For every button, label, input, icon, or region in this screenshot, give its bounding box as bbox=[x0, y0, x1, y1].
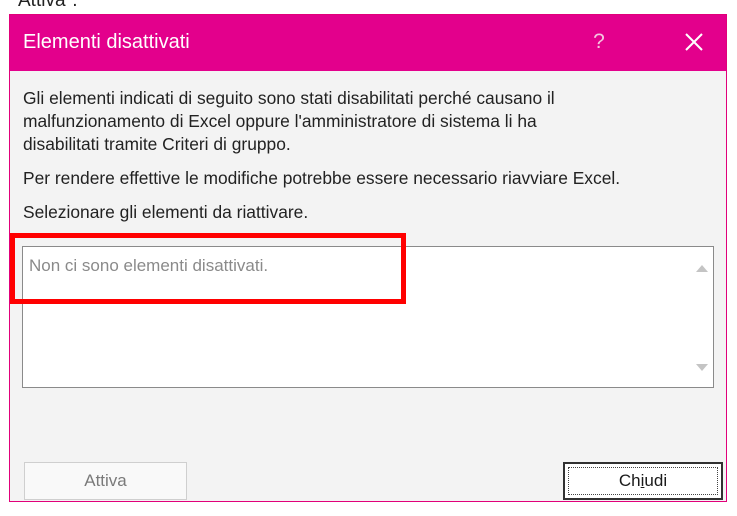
close-button-label-end: udi bbox=[644, 471, 668, 490]
close-icon[interactable] bbox=[678, 25, 710, 59]
description-line-3: disabilitati tramite Criteri di gruppo. bbox=[23, 134, 291, 154]
scroll-up-icon[interactable] bbox=[695, 261, 709, 275]
description-line-1: Gli elementi indicati di seguito sono st… bbox=[23, 88, 555, 108]
disabled-items-list[interactable]: Non ci sono elementi disattivati. bbox=[22, 246, 714, 388]
empty-list-message: Non ci sono elementi disattivati. bbox=[29, 256, 269, 275]
scroll-down-icon[interactable] bbox=[695, 361, 709, 375]
close-button-focus-rect: Chiudi bbox=[568, 467, 718, 495]
close-button-label-start: Ch bbox=[618, 471, 641, 490]
description-line-2: malfunzionamento di Excel oppure l'ammin… bbox=[23, 111, 537, 131]
dialog-title: Elementi disattivati bbox=[23, 31, 190, 53]
activate-button[interactable]: Attiva bbox=[24, 462, 187, 500]
dialog-titlebar[interactable]: Elementi disattivati ? bbox=[10, 15, 726, 71]
select-prompt: Selezionare gli elementi da riattivare. bbox=[23, 202, 309, 222]
disabled-items-dialog: Elementi disattivati ? Gli elementi indi… bbox=[9, 14, 727, 502]
background-text-fragment: Attiva". bbox=[18, 0, 78, 11]
restart-note: Per rendere effettive le modifiche potre… bbox=[23, 168, 621, 188]
help-button[interactable]: ? bbox=[585, 27, 613, 57]
close-button[interactable]: Chiudi bbox=[563, 462, 723, 500]
